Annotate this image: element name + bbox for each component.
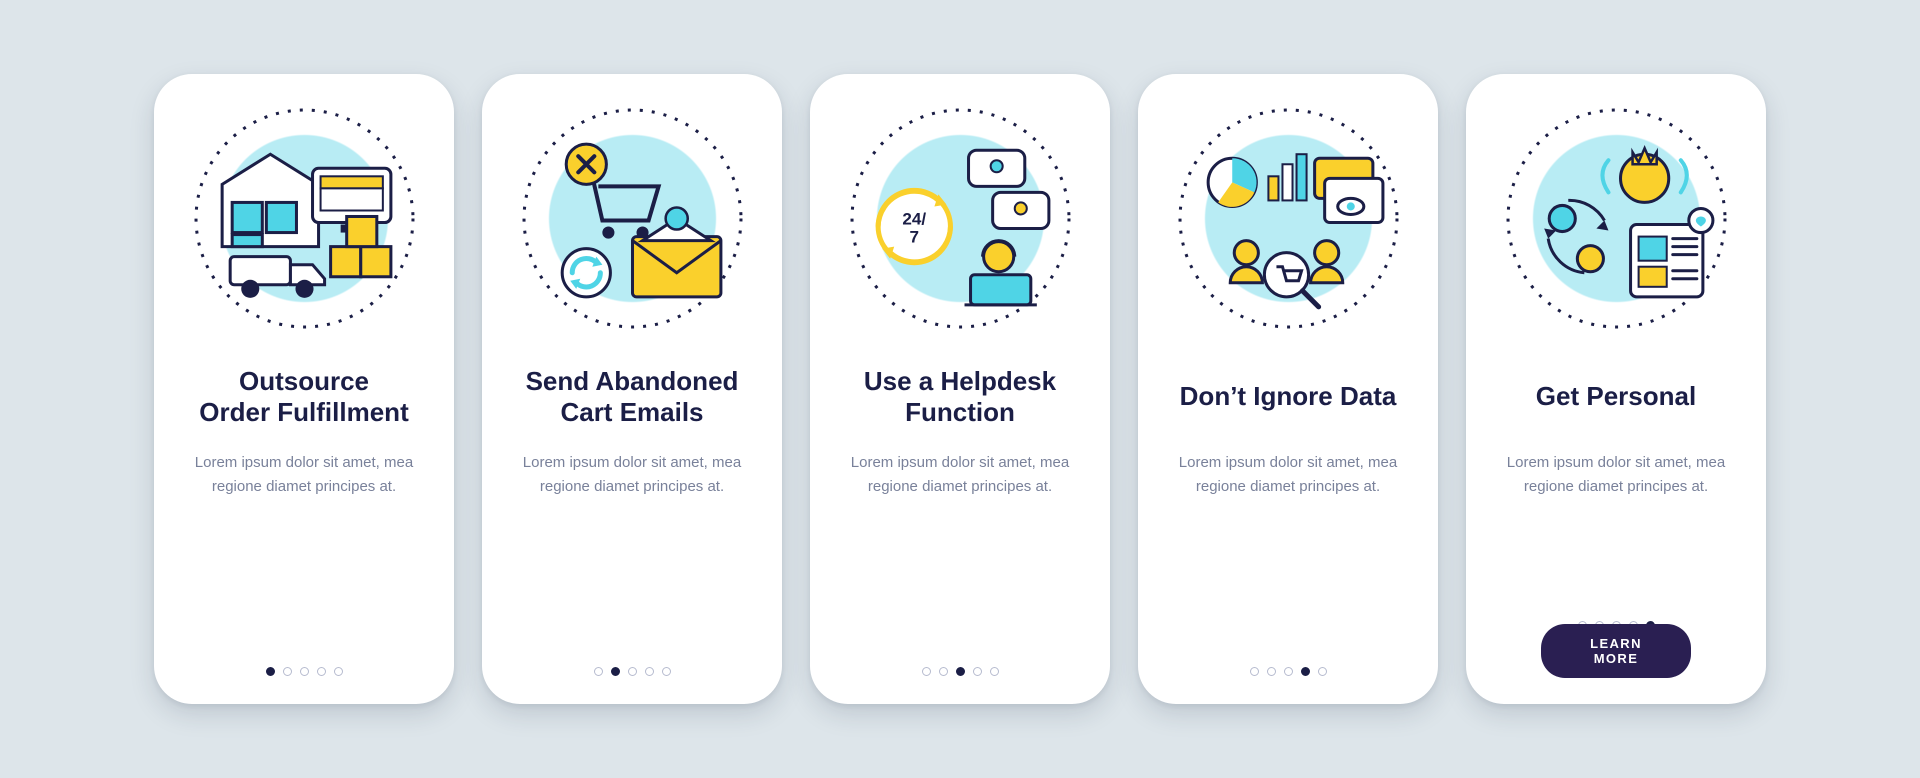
slide-title: Outsource Order Fulfillment <box>199 365 408 429</box>
onboarding-screen-4[interactable]: Don’t Ignore Data Lorem ipsum dolor sit a… <box>1138 74 1438 704</box>
slide-title: Don’t Ignore Data <box>1180 365 1397 429</box>
onboarding-deck: Outsource Order Fulfillment Lorem ipsum d… <box>114 74 1806 704</box>
dot-2[interactable] <box>283 667 292 676</box>
dot-4[interactable] <box>645 667 654 676</box>
dot-2[interactable] <box>611 667 620 676</box>
slide-body: Lorem ipsum dolor sit amet, mea regione … <box>517 451 747 499</box>
dot-3[interactable] <box>956 667 965 676</box>
personal-icon <box>1504 106 1729 331</box>
dot-5[interactable] <box>334 667 343 676</box>
slide-title: Send Abandoned Cart Emails <box>526 365 739 429</box>
slide-body: Lorem ipsum dolor sit amet, mea regione … <box>1173 451 1403 499</box>
slide-body: Lorem ipsum dolor sit amet, mea regione … <box>189 451 419 499</box>
dot-4[interactable] <box>1301 667 1310 676</box>
dot-5[interactable] <box>990 667 999 676</box>
dot-3[interactable] <box>300 667 309 676</box>
dot-5[interactable] <box>662 667 671 676</box>
pagination-dots[interactable] <box>266 667 343 676</box>
learn-more-button[interactable]: LEARN MORE <box>1541 624 1691 678</box>
pagination-dots[interactable] <box>922 667 999 676</box>
onboarding-screen-5[interactable]: Get Personal Lorem ipsum dolor sit amet, … <box>1466 74 1766 704</box>
pagination-dots[interactable] <box>1250 667 1327 676</box>
dot-2[interactable] <box>1267 667 1276 676</box>
dot-1[interactable] <box>594 667 603 676</box>
dot-3[interactable] <box>628 667 637 676</box>
slide-body: Lorem ipsum dolor sit amet, mea regione … <box>845 451 1075 499</box>
onboarding-screen-1[interactable]: Outsource Order Fulfillment Lorem ipsum d… <box>154 74 454 704</box>
abandoned-cart-icon <box>520 106 745 331</box>
slide-body: Lorem ipsum dolor sit amet, mea regione … <box>1501 451 1731 499</box>
slide-title: Use a Helpdesk Function <box>864 365 1056 429</box>
dot-3[interactable] <box>1284 667 1293 676</box>
helpdesk-icon <box>848 106 1073 331</box>
pagination-dots[interactable] <box>594 667 671 676</box>
dot-4[interactable] <box>317 667 326 676</box>
dot-1[interactable] <box>922 667 931 676</box>
dot-5[interactable] <box>1318 667 1327 676</box>
dot-4[interactable] <box>973 667 982 676</box>
dot-2[interactable] <box>939 667 948 676</box>
onboarding-screen-3[interactable]: Use a Helpdesk Function Lorem ipsum dolor… <box>810 74 1110 704</box>
onboarding-screen-2[interactable]: Send Abandoned Cart Emails Lorem ipsum do… <box>482 74 782 704</box>
fulfillment-icon <box>192 106 417 331</box>
slide-title: Get Personal <box>1536 365 1696 429</box>
dot-1[interactable] <box>266 667 275 676</box>
data-icon <box>1176 106 1401 331</box>
dot-1[interactable] <box>1250 667 1259 676</box>
